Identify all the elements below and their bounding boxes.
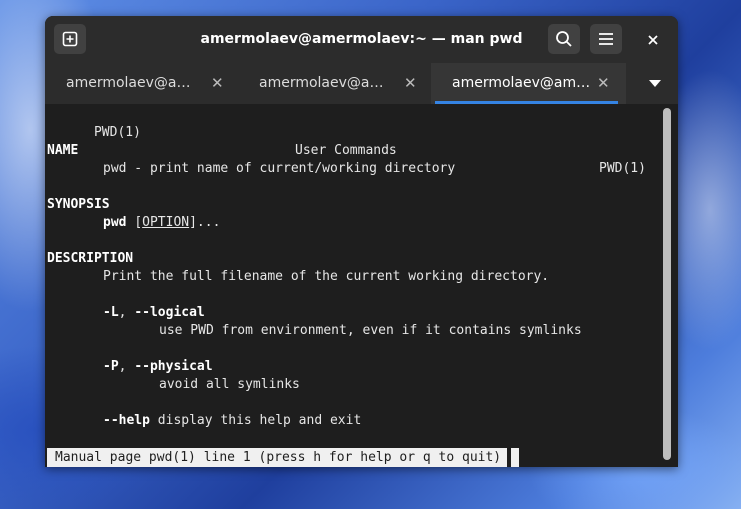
tab-close-icon[interactable]: ✕: [597, 74, 610, 92]
hamburger-menu-icon: [599, 33, 613, 45]
option-separator: ,: [118, 305, 127, 320]
terminal-content[interactable]: PWD(1) User Commands PWD(1) NAME pwd - p…: [45, 104, 678, 467]
option-L-short: -L: [103, 305, 119, 320]
option-P-long: --physical: [134, 359, 213, 374]
pager-status-bar: Manual page pwd(1) line 1 (press h for h…: [47, 448, 508, 467]
tab-label: amermolaev@a…: [66, 75, 191, 91]
window-title: amermolaev@amermolaev:~ — man pwd: [200, 31, 523, 47]
chevron-down-icon: [649, 80, 661, 87]
new-tab-icon: [62, 31, 78, 47]
header-left: PWD(1): [93, 125, 141, 140]
tab-3-active[interactable]: amermolaev@am… ✕: [431, 63, 626, 104]
search-button[interactable]: [548, 24, 580, 54]
terminal-cursor: [511, 448, 519, 467]
description-text: Print the full filename of the current w…: [103, 269, 550, 284]
name-heading: NAME: [47, 143, 79, 158]
synopsis-option: OPTION: [142, 215, 190, 230]
synopsis-line: pwd [OPTION]...: [103, 214, 220, 232]
synopsis-open: [: [134, 215, 143, 230]
header-center: User Commands: [295, 143, 397, 158]
option-help: --help display this help and exit: [103, 412, 361, 430]
tab-label: amermolaev@a…: [259, 75, 384, 91]
tab-bar: amermolaev@a… ✕ amermolaev@a… ✕ amermola…: [45, 63, 678, 104]
option-help-flag: --help: [103, 413, 150, 428]
option-P: -P, --physical: [103, 358, 213, 376]
option-L-desc: use PWD from environment, even if it con…: [159, 323, 582, 338]
synopsis-heading: SYNOPSIS: [47, 197, 110, 212]
synopsis-close: ]...: [189, 215, 221, 230]
tab-close-icon[interactable]: ✕: [404, 74, 417, 92]
man-header: PWD(1) User Commands PWD(1): [47, 106, 647, 176]
main-menu-button[interactable]: [590, 24, 622, 54]
name-text: pwd - print name of current/working dire…: [103, 161, 456, 176]
terminal-window: amermolaev@amermolaev:~ — man pwd amermo…: [45, 16, 678, 467]
close-icon: [648, 35, 658, 45]
tab-2[interactable]: amermolaev@a… ✕: [238, 63, 431, 104]
search-icon: [556, 31, 572, 47]
header-right: PWD(1): [599, 161, 646, 176]
tab-1[interactable]: amermolaev@a… ✕: [45, 63, 238, 104]
new-tab-button[interactable]: [54, 24, 86, 54]
synopsis-cmd: pwd: [103, 215, 127, 230]
close-window-button[interactable]: [643, 30, 663, 50]
tab-close-icon[interactable]: ✕: [211, 74, 224, 92]
option-separator: ,: [118, 359, 127, 374]
option-help-desc: display this help and exit: [157, 413, 362, 428]
title-bar: amermolaev@amermolaev:~ — man pwd: [45, 16, 678, 63]
option-L-long: --logical: [134, 305, 205, 320]
scrollbar[interactable]: [663, 108, 671, 460]
option-P-desc: avoid all symlinks: [159, 377, 300, 392]
option-P-short: -P: [103, 359, 119, 374]
option-L: -L, --logical: [103, 304, 205, 322]
tab-label: amermolaev@am…: [452, 75, 591, 91]
tab-list-dropdown-button[interactable]: [640, 71, 670, 97]
description-heading: DESCRIPTION: [47, 251, 134, 266]
